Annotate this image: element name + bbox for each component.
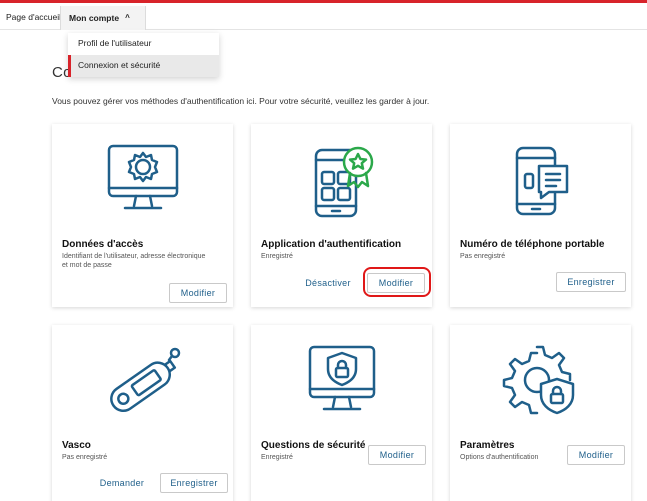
card-subtitle: Pas enregistré bbox=[460, 253, 506, 260]
token-device-icon bbox=[52, 335, 233, 427]
modify-button[interactable]: Modifier bbox=[567, 445, 625, 465]
nav-home-link[interactable]: Page d'accueil bbox=[6, 12, 61, 22]
card-subtitle: Identifiant de l'utilisateur, adresse él… bbox=[62, 253, 206, 269]
register-button[interactable]: Enregistrer bbox=[556, 272, 626, 292]
card-authenticator-app: Application d'authentification Enregistr… bbox=[251, 124, 432, 307]
gear-shield-lock-icon bbox=[450, 335, 631, 427]
card-vasco: Vasco Pas enregistré Demander Enregistre… bbox=[52, 325, 233, 501]
page-intro: Vous pouvez gérer vos méthodes d'authent… bbox=[52, 96, 430, 106]
nav-account-label: Mon compte bbox=[69, 13, 120, 23]
modify-button[interactable]: Modifier bbox=[169, 283, 227, 303]
card-access-data: Données d'accès Identifiant de l'utilisa… bbox=[52, 124, 233, 307]
card-security-questions: Questions de sécurité Enregistré Modifie… bbox=[251, 325, 432, 501]
deactivate-button[interactable]: Désactiver bbox=[297, 273, 359, 293]
card-title: Questions de sécurité bbox=[261, 440, 366, 451]
card-subtitle: Pas enregistré bbox=[62, 454, 108, 461]
card-settings: Paramètres Options d'authentification Mo… bbox=[450, 325, 631, 501]
card-subtitle: Enregistré bbox=[261, 253, 293, 260]
card-title: Données d'accès bbox=[62, 239, 144, 250]
register-button[interactable]: Enregistrer bbox=[160, 473, 228, 493]
card-title: Application d'authentification bbox=[261, 239, 402, 250]
card-mobile-number: Numéro de téléphone portable Pas enregis… bbox=[450, 124, 631, 307]
dropdown-item-security[interactable]: Connexion et sécurité bbox=[68, 55, 219, 77]
monitor-shield-lock-icon bbox=[251, 335, 432, 427]
card-title: Numéro de téléphone portable bbox=[460, 239, 605, 250]
dropdown-item-profile[interactable]: Profil de l'utilisateur bbox=[68, 33, 219, 55]
monitor-gear-icon bbox=[52, 134, 233, 226]
modify-button[interactable]: Modifier bbox=[368, 445, 426, 465]
modify-button[interactable]: Modifier bbox=[367, 273, 425, 293]
phone-sms-icon bbox=[450, 134, 631, 226]
nav-account-menu[interactable]: Mon compte ^ bbox=[60, 6, 146, 30]
card-title: Paramètres bbox=[460, 440, 515, 451]
top-navigation: Page d'accueil Mon compte ^ bbox=[0, 3, 647, 30]
account-dropdown: Profil de l'utilisateur Connexion et séc… bbox=[68, 33, 219, 77]
phone-app-badge-icon bbox=[251, 134, 432, 226]
request-button[interactable]: Demander bbox=[92, 473, 152, 493]
card-title: Vasco bbox=[62, 440, 91, 451]
chevron-up-icon: ^ bbox=[125, 13, 130, 22]
